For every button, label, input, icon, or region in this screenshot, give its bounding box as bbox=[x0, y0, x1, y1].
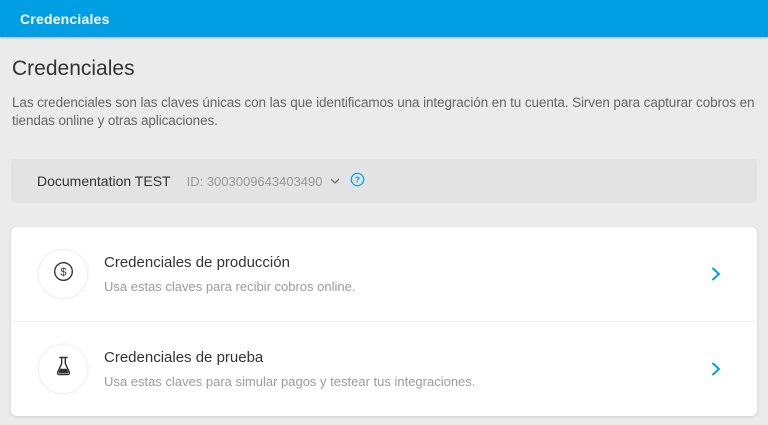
page-title: Credenciales bbox=[12, 57, 757, 81]
dollar-circle-icon: $ bbox=[52, 260, 75, 288]
production-credentials-text: Credenciales de producción Usa estas cla… bbox=[104, 254, 709, 294]
production-credentials-description: Usa estas claves para recibir cobros onl… bbox=[104, 279, 709, 294]
test-icon-badge bbox=[38, 344, 88, 394]
topbar-title: Credenciales bbox=[20, 11, 110, 27]
test-credentials-text: Credenciales de prueba Usa estas claves … bbox=[104, 349, 709, 389]
application-id: ID: 3003009643403490 bbox=[187, 174, 323, 189]
test-credentials-row[interactable]: Credenciales de prueba Usa estas claves … bbox=[11, 321, 757, 416]
flask-icon bbox=[52, 355, 75, 383]
application-selector-bar: Documentation TEST ID: 3003009643403490 … bbox=[11, 159, 757, 203]
help-button[interactable]: ? bbox=[350, 172, 365, 190]
main-content: Credenciales Las credenciales son las cl… bbox=[0, 57, 768, 416]
application-name: Documentation TEST bbox=[37, 173, 171, 189]
chevron-right-icon bbox=[709, 266, 723, 282]
page-description: Las credenciales son las claves únicas c… bbox=[12, 94, 757, 130]
application-dropdown[interactable]: Documentation TEST ID: 3003009643403490 bbox=[37, 173, 341, 189]
svg-text:$: $ bbox=[60, 266, 66, 278]
test-credentials-title: Credenciales de prueba bbox=[104, 349, 709, 366]
production-icon-badge: $ bbox=[38, 249, 88, 299]
credentials-card: $ Credenciales de producción Usa estas c… bbox=[11, 227, 757, 416]
question-mark-icon: ? bbox=[350, 172, 365, 190]
top-navigation-bar: Credenciales bbox=[0, 0, 768, 37]
production-credentials-title: Credenciales de producción bbox=[104, 254, 709, 271]
svg-text:?: ? bbox=[354, 175, 359, 185]
production-credentials-row[interactable]: $ Credenciales de producción Usa estas c… bbox=[11, 227, 757, 321]
chevron-down-icon bbox=[329, 175, 341, 187]
chevron-right-icon bbox=[709, 361, 723, 377]
test-credentials-description: Usa estas claves para simular pagos y te… bbox=[104, 374, 709, 389]
